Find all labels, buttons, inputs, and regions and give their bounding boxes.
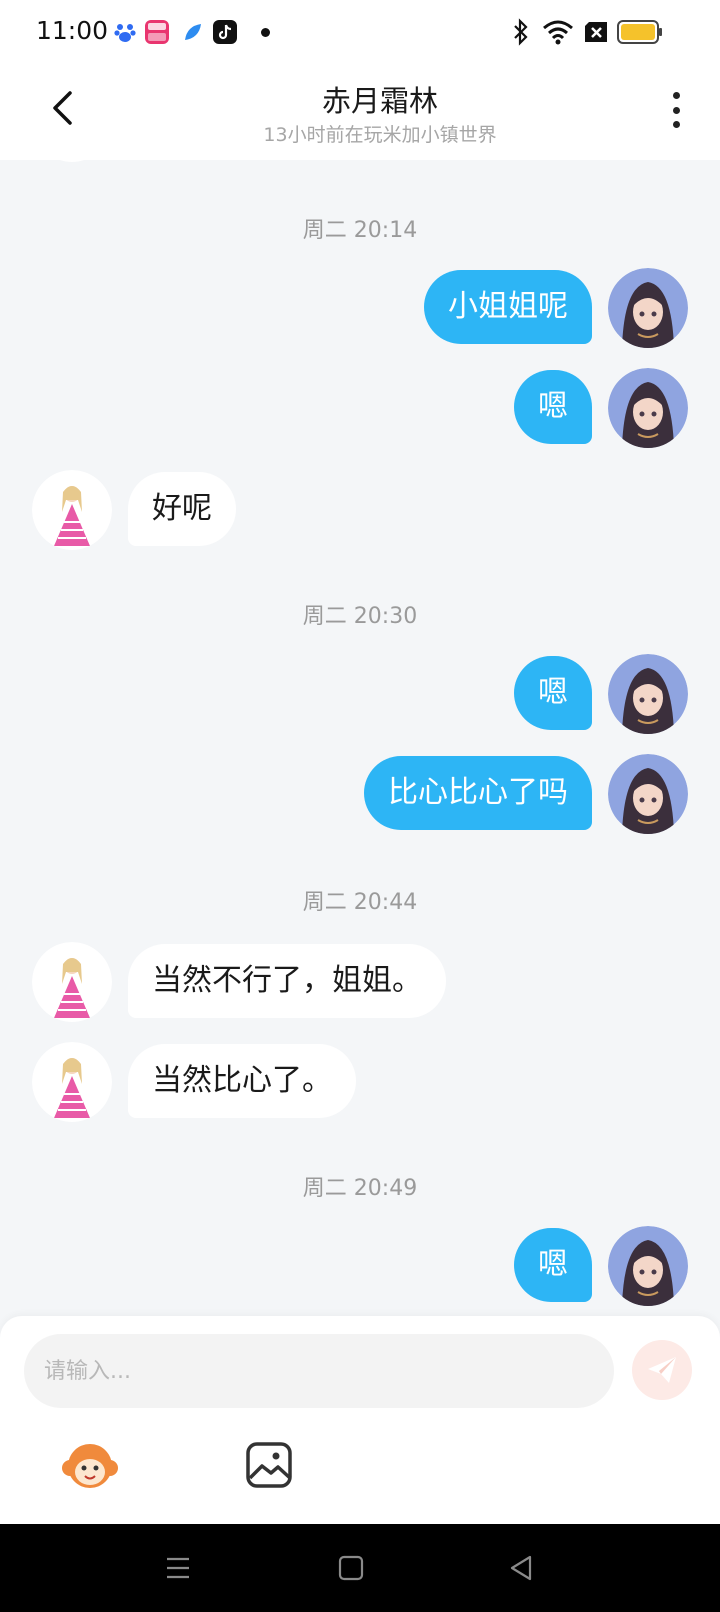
- self-avatar[interactable]: [608, 1226, 688, 1306]
- feather-app-icon: [181, 20, 205, 44]
- self-avatar[interactable]: [608, 268, 688, 348]
- more-vertical-icon: [672, 92, 680, 99]
- back-triangle-icon[interactable]: [508, 1554, 536, 1586]
- news-app-icon: [145, 20, 169, 44]
- message-list[interactable]: 周二 20:14 小姐姐呢 嗯 好呢 周二 20:30 嗯 比心比心了吗 周二 …: [0, 160, 720, 1320]
- home-square-icon[interactable]: [338, 1554, 364, 1586]
- notification-dot: [261, 28, 270, 37]
- princess-avatar-icon: [32, 1042, 112, 1122]
- contact-avatar[interactable]: [32, 942, 112, 1022]
- tiktok-app-icon: [213, 20, 237, 44]
- anime-girl-avatar-icon: [608, 654, 688, 734]
- anime-girl-avatar-icon: [608, 754, 688, 834]
- menu-icon[interactable]: [164, 1554, 192, 1586]
- monkey-emoji-icon: [62, 1444, 118, 1488]
- message-input[interactable]: [24, 1334, 614, 1408]
- contact-status: 13小时前在玩米加小镇世界: [263, 124, 497, 146]
- message-timestamp: 周二 20:49: [302, 1176, 418, 1201]
- baidu-app-icon: [113, 20, 137, 44]
- contact-avatar[interactable]: [32, 160, 112, 162]
- message-timestamp: 周二 20:14: [302, 218, 418, 243]
- message-bubble-contact[interactable]: 好呢: [128, 472, 236, 546]
- message-bubble-self[interactable]: 比心比心了吗: [364, 756, 592, 830]
- message-timestamp: 周二 20:44: [302, 890, 418, 915]
- anime-girl-avatar-icon: [608, 368, 688, 448]
- image-picker-button[interactable]: [244, 1440, 294, 1490]
- emoji-button[interactable]: [60, 1436, 120, 1496]
- princess-avatar-icon: [59, 160, 85, 162]
- wifi-icon: [542, 18, 574, 50]
- battery-icon: [617, 20, 663, 48]
- message-bubble-contact[interactable]: 当然比心了。: [128, 1044, 356, 1118]
- no-sim-icon: [583, 21, 609, 47]
- send-plane-icon: [648, 1357, 676, 1383]
- message-bubble-self[interactable]: 小姐姐呢: [424, 270, 592, 344]
- status-bar: 11:00: [0, 0, 720, 64]
- message-timestamp: 周二 20:30: [302, 604, 418, 629]
- message-bubble-self[interactable]: 嗯: [514, 656, 592, 730]
- input-panel: [0, 1316, 720, 1524]
- image-icon: [246, 1442, 292, 1488]
- more-options-button[interactable]: [660, 88, 692, 132]
- self-avatar[interactable]: [608, 754, 688, 834]
- contact-avatar[interactable]: [32, 470, 112, 550]
- status-time: 11:00: [36, 16, 109, 45]
- anime-girl-avatar-icon: [608, 1226, 688, 1306]
- message-bubble-self[interactable]: 嗯: [514, 370, 592, 444]
- bluetooth-icon: [512, 18, 530, 50]
- anime-girl-avatar-icon: [608, 268, 688, 348]
- system-nav-bar: [0, 1524, 720, 1612]
- message-bubble-self[interactable]: 嗯: [514, 1228, 592, 1302]
- chat-header: 赤月霜林 13小时前在玩米加小镇世界: [0, 64, 720, 160]
- send-button[interactable]: [632, 1340, 692, 1400]
- princess-avatar-icon: [32, 942, 112, 1022]
- message-bubble-contact[interactable]: 当然不行了，姐姐。: [128, 944, 446, 1018]
- self-avatar[interactable]: [608, 368, 688, 448]
- contact-name[interactable]: 赤月霜林: [0, 78, 720, 120]
- princess-avatar-icon: [32, 470, 112, 550]
- contact-avatar[interactable]: [32, 1042, 112, 1122]
- self-avatar[interactable]: [608, 654, 688, 734]
